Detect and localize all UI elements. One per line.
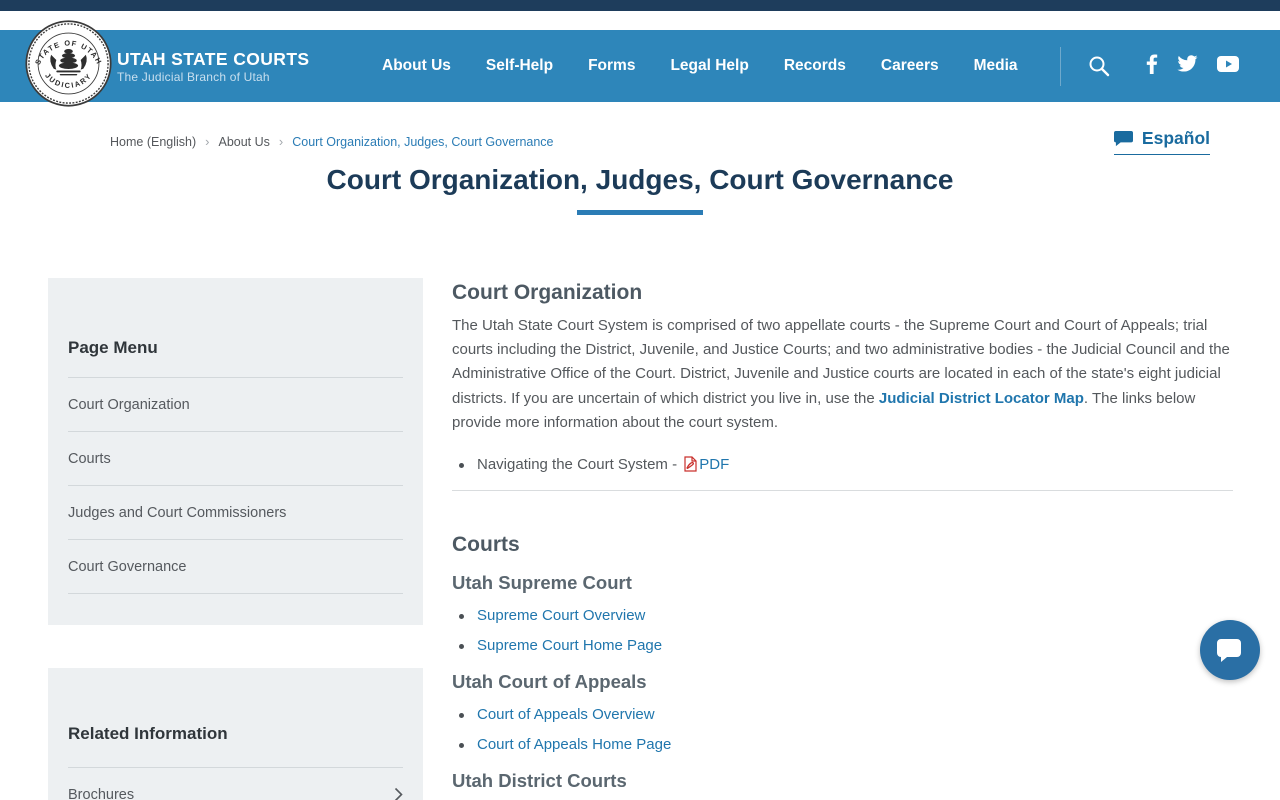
nav-forms[interactable]: Forms (588, 57, 635, 75)
sidebar-item-label: Courts (68, 450, 111, 467)
sidebar-item-courts[interactable]: Courts (68, 432, 403, 486)
brand-subtitle: The Judicial Branch of Utah (117, 70, 270, 84)
youtube-icon[interactable] (1217, 55, 1239, 77)
list-item: Court of Appeals Overview (452, 704, 1233, 726)
judicial-district-locator-map-link[interactable]: Judicial District Locator Map (879, 390, 1084, 407)
supreme-court-overview-link[interactable]: Supreme Court Overview (477, 607, 645, 624)
supreme-court-links: Supreme Court Overview Supreme Court Hom… (452, 605, 1233, 657)
facebook-icon[interactable] (1146, 54, 1158, 79)
search-icon (1089, 56, 1110, 77)
pdf-file-icon (684, 456, 697, 472)
sidebar-item-label: Court Organization (68, 396, 190, 413)
sidebar-item-court-organization[interactable]: Court Organization (68, 378, 403, 432)
state-seal-logo[interactable]: STATE OF UTAH JUDICIARY (25, 20, 112, 107)
related-information-title: Related Information (68, 724, 228, 743)
nav-media[interactable]: Media (974, 57, 1018, 75)
sidebar-item-court-governance[interactable]: Court Governance (68, 540, 403, 594)
nav-self-help[interactable]: Self-Help (486, 57, 553, 75)
supreme-court-home-page-link[interactable]: Supreme Court Home Page (477, 637, 662, 654)
court-of-appeals-links: Court of Appeals Overview Court of Appea… (452, 704, 1233, 756)
main-content: Court Organization The Utah State Court … (452, 270, 1233, 792)
breadcrumb-current[interactable]: Court Organization, Judges, Court Govern… (292, 135, 553, 149)
bullet-text: Navigating the Court System - (477, 456, 682, 474)
sidebar-item-label: Judges and Court Commissioners (68, 504, 287, 521)
chevron-right-icon: › (278, 134, 284, 149)
related-information-box: Related Information Brochures (48, 668, 423, 800)
subsection-utah-court-of-appeals: Utah Court of Appeals (452, 671, 647, 693)
sidebar-item-brochures[interactable]: Brochures (68, 768, 403, 800)
nav-legal-help[interactable]: Legal Help (670, 57, 748, 75)
list-item: Court of Appeals Home Page (452, 734, 1233, 756)
subsection-utah-district-courts: Utah District Courts (452, 770, 627, 792)
brand[interactable]: UTAH STATE COURTS The Judicial Branch of… (117, 49, 309, 85)
breadcrumb: Home (English) › About Us › Court Organi… (110, 135, 554, 149)
nav-about-us[interactable]: About Us (382, 57, 451, 75)
section-heading-courts: Courts (452, 533, 520, 557)
nav-divider (1060, 47, 1061, 86)
court-organization-paragraph: The Utah State Court System is comprised… (452, 314, 1233, 435)
nav-records[interactable]: Records (784, 57, 846, 75)
chevron-right-icon: › (205, 134, 210, 149)
chat-launcher-button[interactable] (1200, 620, 1260, 680)
page-menu-box: Page Menu Court Organization Courts Judg… (48, 278, 423, 625)
section-heading-court-organization: Court Organization (452, 281, 643, 304)
subsection-utah-supreme-court: Utah Supreme Court (452, 572, 632, 594)
language-toggle-label: Español (1141, 128, 1210, 148)
chat-bubble-icon (1217, 639, 1241, 662)
section-divider (452, 490, 1233, 492)
top-accent-bar (0, 0, 1280, 11)
page-title: Court Organization, Judges, Court Govern… (326, 164, 954, 195)
brand-title: UTAH STATE COURTS (117, 49, 310, 69)
court-organization-links: Navigating the Court System - PDF (452, 454, 1233, 476)
list-item: Navigating the Court System - PDF (452, 454, 1233, 476)
navigating-court-system-pdf-link[interactable]: PDF (699, 456, 729, 473)
speech-bubble-icon (1113, 130, 1133, 147)
language-toggle[interactable]: Español (1113, 128, 1210, 155)
sidebar-item-label: Brochures (68, 786, 135, 800)
breadcrumb-about-us[interactable]: About Us (218, 135, 269, 149)
court-of-appeals-overview-link[interactable]: Court of Appeals Overview (477, 706, 655, 723)
breadcrumb-home[interactable]: Home (English) (110, 135, 196, 149)
list-item: Supreme Court Overview (452, 605, 1233, 627)
main-nav: About Us Self-Help Forms Legal Help Reco… (382, 30, 1018, 102)
social-links (1146, 30, 1239, 102)
sidebar-item-label: Court Governance (68, 558, 187, 575)
page-menu-title: Page Menu (68, 338, 158, 357)
search-button[interactable] (1087, 54, 1111, 78)
title-accent-bar (577, 210, 703, 215)
nav-careers[interactable]: Careers (881, 57, 939, 75)
chevron-right-icon (394, 787, 403, 800)
twitter-icon[interactable] (1177, 54, 1198, 78)
court-of-appeals-home-page-link[interactable]: Court of Appeals Home Page (477, 736, 671, 753)
sidebar-item-judges-and-court-commissioners[interactable]: Judges and Court Commissioners (68, 486, 403, 540)
list-item: Supreme Court Home Page (452, 635, 1233, 657)
